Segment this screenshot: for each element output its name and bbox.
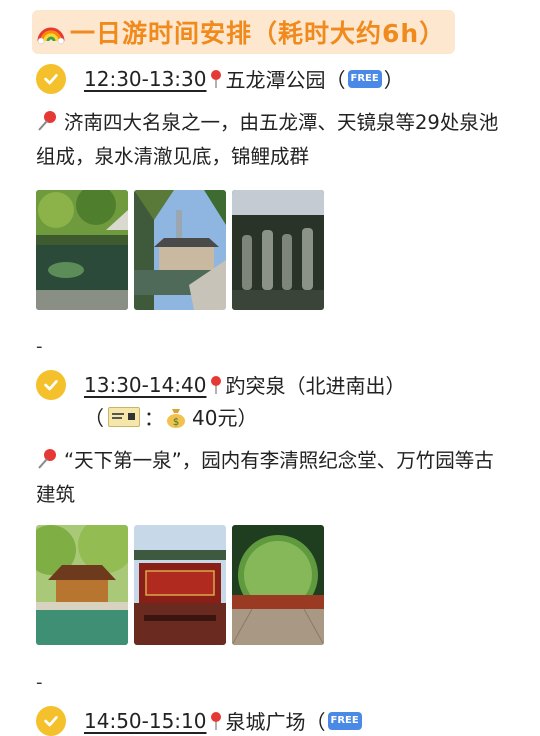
item-3-time: 14:50-15:10 bbox=[84, 708, 207, 733]
photo-rock-statues bbox=[232, 190, 324, 310]
check-icon bbox=[36, 370, 66, 400]
photo-pavilion-trees bbox=[36, 525, 128, 645]
check-icon bbox=[36, 706, 66, 736]
item-1-place: 五龙潭公园（ bbox=[225, 68, 346, 92]
item-3-place: 泉城广场（ bbox=[225, 710, 326, 734]
item-1-header: 12:30-13:30 五龙潭公园（ FREE ） bbox=[84, 64, 404, 93]
item-2-time: 13:30-14:40 bbox=[84, 372, 207, 397]
separator: - bbox=[36, 672, 43, 693]
photo-gate-plaque bbox=[134, 525, 226, 645]
title-banner: 一日游时间安排（耗时大约6h） bbox=[32, 10, 456, 54]
free-badge: FREE bbox=[347, 69, 382, 88]
money-bag-icon: $ bbox=[164, 405, 188, 429]
check-icon bbox=[36, 64, 66, 94]
svg-text:$: $ bbox=[173, 417, 179, 428]
photo-pavilion-lake bbox=[134, 190, 226, 310]
separator: - bbox=[36, 336, 43, 357]
location-pin-icon bbox=[209, 69, 223, 89]
item-3-header: 14:50-15:10 泉城广场（ FREE bbox=[84, 706, 364, 735]
item-1-place-end: ） bbox=[383, 68, 404, 92]
item-2-price-line: （ ： $ 40元） bbox=[84, 402, 257, 431]
photo-bamboo-walkway bbox=[232, 525, 324, 645]
item-2-header: 13:30-14:40 趵突泉（北进南出） bbox=[84, 370, 406, 399]
pushpin-icon bbox=[36, 447, 58, 469]
photo-garden-pond bbox=[36, 190, 128, 310]
location-pin-icon bbox=[209, 711, 223, 731]
page-title: 一日游时间安排（耗时大约6h） bbox=[70, 19, 446, 48]
pushpin-icon bbox=[36, 109, 58, 131]
item-2-description: “天下第一泉”，园内有李清照纪念堂、万竹园等古建筑 bbox=[36, 447, 494, 506]
item-2-price: 40元） bbox=[192, 406, 258, 430]
item-2-place: 趵突泉（北进南出） bbox=[225, 374, 406, 398]
location-pin-icon bbox=[209, 375, 223, 395]
ticket-icon bbox=[108, 406, 140, 427]
rainbow-icon bbox=[36, 17, 66, 47]
item-1-description: 济南四大名泉之一，由五龙潭、天镜泉等29处泉池组成，泉水清澈见底，锦鲤成群 bbox=[36, 109, 499, 168]
item-1-time: 12:30-13:30 bbox=[84, 66, 207, 91]
free-badge: FREE bbox=[327, 711, 362, 730]
